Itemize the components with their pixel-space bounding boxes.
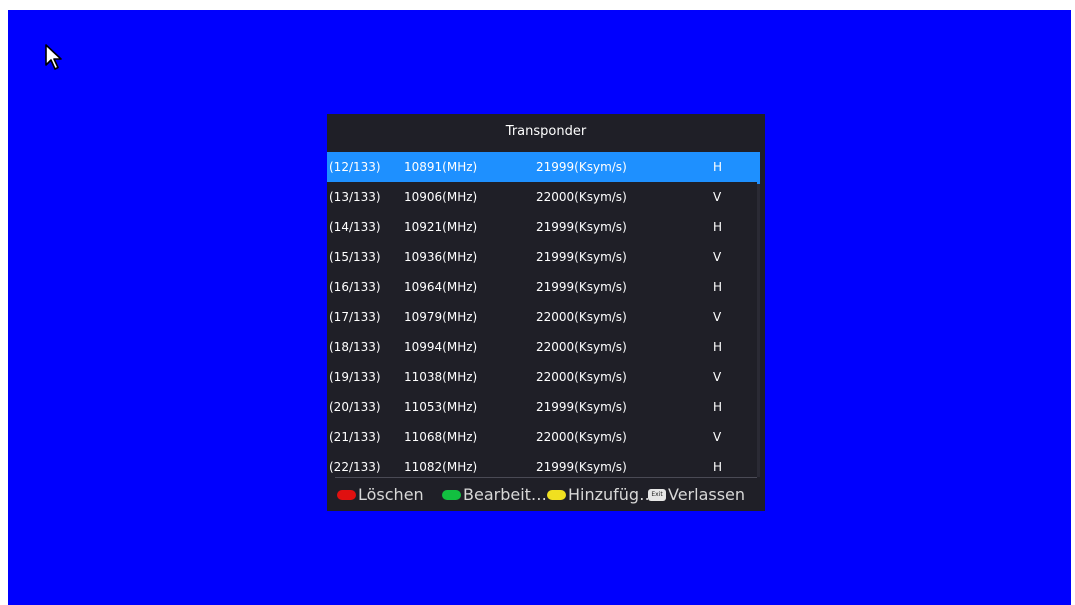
transponder-index: (21/133) (329, 430, 381, 444)
transponder-index: (16/133) (329, 280, 381, 294)
exit-key-icon: Exit (648, 489, 666, 501)
red-key-icon (337, 490, 356, 500)
transponder-index: (13/133) (329, 190, 381, 204)
transponder-row[interactable]: (16/133) 10964(MHz) 21999(Ksym/s) H (327, 272, 757, 302)
transponder-symbol-rate: 22000(Ksym/s) (536, 340, 627, 354)
delete-label: Löschen (358, 485, 424, 504)
transponder-index: (17/133) (329, 310, 381, 324)
transponder-index: (18/133) (329, 340, 381, 354)
transponder-index: (14/133) (329, 220, 381, 234)
transponder-symbol-rate: 21999(Ksym/s) (536, 160, 627, 174)
transponder-symbol-rate: 22000(Ksym/s) (536, 190, 627, 204)
transponder-index: (15/133) (329, 250, 381, 264)
transponder-frequency: 10964(MHz) (404, 280, 478, 294)
transponder-polarization: H (713, 460, 723, 474)
transponder-frequency: 10921(MHz) (404, 220, 478, 234)
transponder-symbol-rate: 21999(Ksym/s) (536, 250, 627, 264)
transponder-symbol-rate: 22000(Ksym/s) (536, 370, 627, 384)
transponder-polarization: V (713, 250, 722, 264)
scrollbar-thumb[interactable] (757, 152, 760, 184)
transponder-index: (20/133) (329, 400, 381, 414)
edit-button[interactable]: Bearbeit… (442, 482, 547, 508)
transponder-polarization: H (713, 340, 723, 354)
transponder-row[interactable]: (20/133) 11053(MHz) 21999(Ksym/s) H (327, 392, 757, 422)
transponder-symbol-rate: 22000(Ksym/s) (536, 430, 627, 444)
yellow-key-icon (547, 490, 566, 500)
transponder-index: (12/133) (329, 160, 381, 174)
transponder-frequency: 10906(MHz) (404, 190, 478, 204)
delete-button[interactable]: Löschen (337, 482, 424, 508)
transponder-frequency: 11082(MHz) (404, 460, 478, 474)
transponder-frequency: 11068(MHz) (404, 430, 478, 444)
transponder-index: (19/133) (329, 370, 381, 384)
transponder-row[interactable]: (18/133) 10994(MHz) 22000(Ksym/s) H (327, 332, 757, 362)
transponder-frequency: 10936(MHz) (404, 250, 478, 264)
transponder-row[interactable]: (12/133) 10891(MHz) 21999(Ksym/s) H (327, 152, 757, 182)
tv-screen: Transponder (12/133) 10891(MHz) 21999(Ksym… (8, 10, 1071, 605)
transponder-row[interactable]: (15/133) 10936(MHz) 21999(Ksym/s) V (327, 242, 757, 272)
mouse-pointer-icon (45, 44, 62, 70)
transponder-symbol-rate: 21999(Ksym/s) (536, 220, 627, 234)
transponder-row[interactable]: (22/133) 11082(MHz) 21999(Ksym/s) H (327, 452, 757, 477)
transponder-frequency: 11038(MHz) (404, 370, 478, 384)
exit-label: Verlassen (668, 485, 746, 504)
transponder-polarization: V (713, 370, 722, 384)
add-label: Hinzufüg… (568, 485, 656, 504)
transponder-frequency: 10994(MHz) (404, 340, 478, 354)
footer-divider (335, 477, 757, 478)
scrollbar[interactable] (757, 152, 760, 477)
transponder-polarization: V (713, 190, 722, 204)
transponder-symbol-rate: 22000(Ksym/s) (536, 310, 627, 324)
transponder-polarization: H (713, 160, 723, 174)
footer-bar: Löschen Bearbeit… Hinzufüg… Exit Verlass… (337, 482, 765, 508)
transponder-polarization: H (713, 280, 723, 294)
transponder-polarization: H (713, 220, 723, 234)
transponder-frequency: 10891(MHz) (404, 160, 478, 174)
transponder-row[interactable]: (17/133) 10979(MHz) 22000(Ksym/s) V (327, 302, 757, 332)
add-button[interactable]: Hinzufüg… (547, 482, 655, 508)
transponder-symbol-rate: 21999(Ksym/s) (536, 400, 627, 414)
transponder-row[interactable]: (21/133) 11068(MHz) 22000(Ksym/s) V (327, 422, 757, 452)
transponder-row[interactable]: (19/133) 11038(MHz) 22000(Ksym/s) V (327, 362, 757, 392)
transponder-polarization: H (713, 400, 723, 414)
transponder-list[interactable]: (12/133) 10891(MHz) 21999(Ksym/s) H (13/133)… (327, 152, 757, 477)
exit-button[interactable]: Exit Verlassen (648, 482, 745, 508)
transponder-dialog: Transponder (12/133) 10891(MHz) 21999(Ksym… (327, 114, 765, 511)
transponder-symbol-rate: 21999(Ksym/s) (536, 460, 627, 474)
transponder-frequency: 11053(MHz) (404, 400, 478, 414)
transponder-row[interactable]: (13/133) 10906(MHz) 22000(Ksym/s) V (327, 182, 757, 212)
dialog-title: Transponder (505, 124, 587, 139)
transponder-index: (22/133) (329, 460, 381, 474)
transponder-row[interactable]: (14/133) 10921(MHz) 21999(Ksym/s) H (327, 212, 757, 242)
transponder-frequency: 10979(MHz) (404, 310, 478, 324)
transponder-polarization: V (713, 310, 722, 324)
edit-label: Bearbeit… (463, 485, 547, 504)
transponder-polarization: V (713, 430, 722, 444)
transponder-symbol-rate: 21999(Ksym/s) (536, 280, 627, 294)
green-key-icon (442, 490, 461, 500)
